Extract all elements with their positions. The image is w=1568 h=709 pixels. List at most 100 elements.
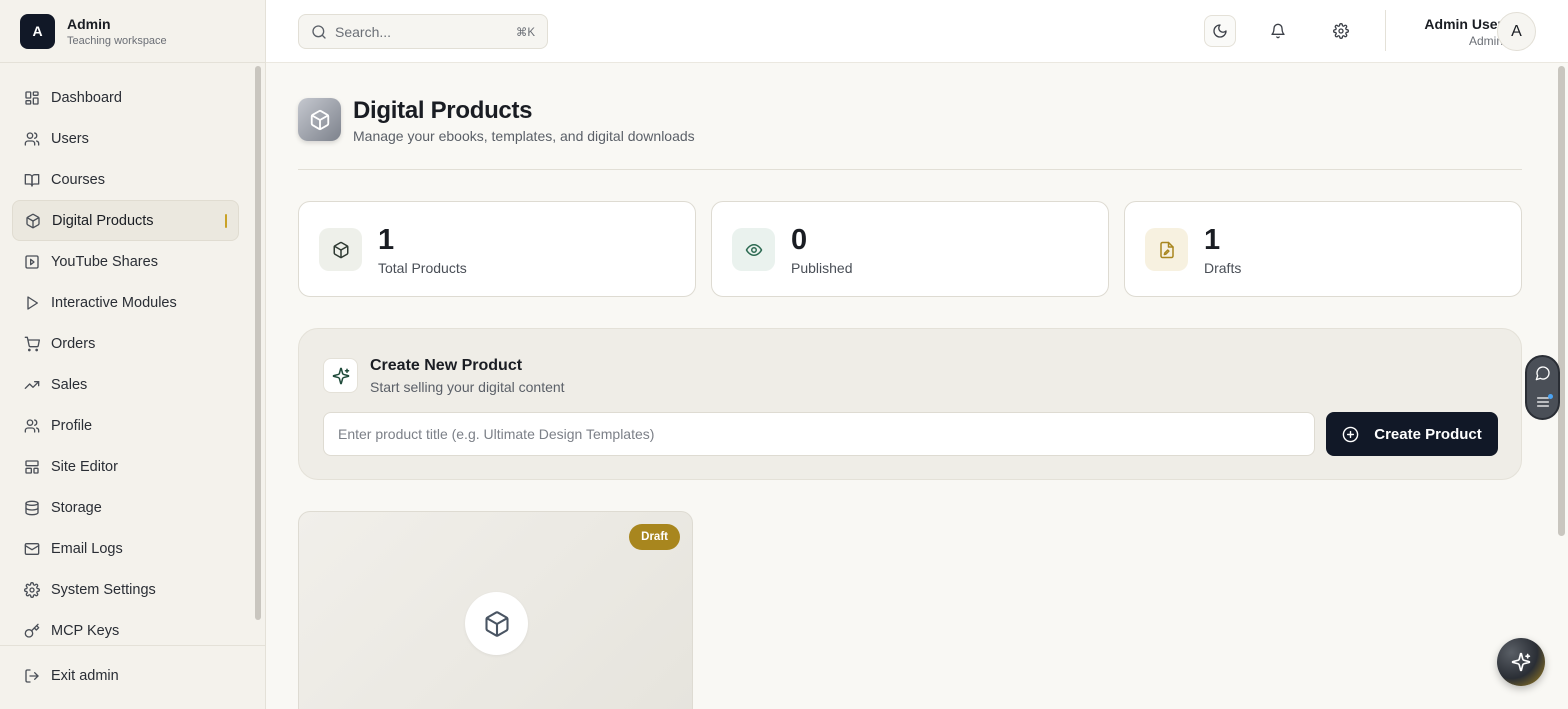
floating-widget [1525,355,1560,420]
ai-assistant-button[interactable] [1497,638,1545,686]
mail-icon [24,541,40,557]
layout-icon [24,459,40,475]
page-header-divider [298,169,1522,170]
moon-icon [1212,23,1228,39]
sidebar-item-label: Interactive Modules [51,294,177,311]
sidebar-item-sales[interactable]: Sales [12,364,239,405]
stat-value: 0 [791,224,808,256]
search-shortcut: ⌘K [515,26,535,39]
sidebar-item-profile[interactable]: Profile [12,405,239,446]
user-role: Admin [1468,34,1503,48]
create-product-button-label: Create Product [1374,425,1482,443]
theme-toggle-button[interactable] [1204,15,1236,47]
brand-title: Admin [67,15,111,32]
page-title: Digital Products [353,97,533,124]
brand: A Admin Teaching workspace [0,0,265,63]
eye-icon [732,228,775,271]
dashboard-icon [24,90,40,106]
sidebar-scrollbar[interactable] [255,66,261,620]
create-product-button[interactable]: Create Product [1326,412,1498,456]
search-input[interactable]: Search... ⌘K [298,14,548,49]
sparkles-icon [1511,652,1531,672]
package-icon [483,610,511,638]
user-icon [24,418,40,434]
user-menu[interactable]: Admin User Admin [1409,16,1503,48]
sidebar-item-label: YouTube Shares [51,253,158,270]
sidebar: A Admin Teaching workspace Dashboard Use… [0,0,266,709]
trending-icon [24,377,40,393]
sidebar-item-label: Orders [51,335,96,352]
gear-icon [24,581,40,598]
avatar[interactable]: A [1497,12,1536,51]
database-icon [24,500,40,516]
log-out-icon [24,668,40,684]
stat-value: 1 [378,224,395,256]
plus-circle-icon [1342,426,1359,443]
stat-label: Drafts [1204,260,1242,276]
create-product-panel: Create New Product Start selling your di… [298,328,1522,480]
stat-card-drafts: 1 Drafts [1124,201,1522,297]
play-icon [24,295,40,311]
settings-button[interactable] [1325,15,1357,47]
sidebar-item-label: Users [51,130,89,147]
sidebar-nav: Dashboard Users Courses Digital Products… [12,77,239,651]
sidebar-item-users[interactable]: Users [12,118,239,159]
sidebar-item-label: Email Logs [51,540,123,557]
stat-value: 1 [1204,224,1221,256]
sidebar-item-label: Profile [51,417,93,434]
sidebar-item-email-logs[interactable]: Email Logs [12,528,239,569]
youtube-icon [24,254,40,270]
stat-label: Published [791,260,853,276]
main-scrollbar[interactable] [1558,66,1565,536]
search-icon [311,24,327,40]
create-product-subtitle: Start selling your digital content [370,379,565,395]
sidebar-item-label: Site Editor [51,458,118,475]
brand-logo[interactable]: A [20,13,55,49]
sidebar-item-digital-products[interactable]: Digital Products [12,200,239,241]
users-icon [24,131,40,147]
stat-card-total-products: 1 Total Products [298,201,696,297]
product-thumbnail [465,592,528,655]
search-placeholder: Search... [335,23,392,40]
sidebar-item-storage[interactable]: Storage [12,487,239,528]
page-subtitle: Manage your ebooks, templates, and digit… [353,128,695,144]
package-icon [309,109,331,131]
sidebar-item-dashboard[interactable]: Dashboard [12,77,239,118]
sidebar-item-label: Sales [51,376,88,393]
sidebar-item-orders[interactable]: Orders [12,323,239,364]
book-icon [24,172,40,188]
sidebar-item-site-editor[interactable]: Site Editor [12,446,239,487]
user-name: Admin User [1424,16,1503,32]
sidebar-item-label: System Settings [51,581,156,598]
status-badge: Draft [629,524,680,550]
bell-icon [1270,23,1286,39]
notification-dot [1548,394,1553,399]
brand-subtitle: Teaching workspace [67,34,167,47]
gear-icon [1333,23,1349,39]
sidebar-item-label: Digital Products [52,212,154,229]
sparkles-icon [323,358,358,393]
sidebar-item-label: Storage [51,499,102,516]
stat-label: Total Products [378,260,467,276]
sidebar-footer: Exit admin [0,645,265,709]
package-icon [319,228,362,271]
exit-admin-label: Exit admin [51,668,119,684]
product-card[interactable]: Draft [298,511,693,709]
sidebar-item-youtube-shares[interactable]: YouTube Shares [12,241,239,282]
chat-icon[interactable] [1533,363,1553,383]
create-product-title: Create New Product [370,357,523,374]
file-edit-icon [1145,228,1188,271]
sidebar-item-interactive-modules[interactable]: Interactive Modules [12,282,239,323]
page-icon [298,98,341,141]
sidebar-item-label: MCP Keys [51,622,120,639]
stat-card-published: 0 Published [711,201,1109,297]
sidebar-item-label: Dashboard [51,89,122,106]
product-title-input[interactable] [323,412,1315,456]
notifications-button[interactable] [1262,15,1294,47]
header-divider [1385,10,1386,51]
sidebar-item-courses[interactable]: Courses [12,159,239,200]
cart-icon [24,336,40,352]
package-icon [25,213,41,229]
sidebar-item-system-settings[interactable]: System Settings [12,569,239,610]
exit-admin-link[interactable]: Exit admin [24,668,119,684]
